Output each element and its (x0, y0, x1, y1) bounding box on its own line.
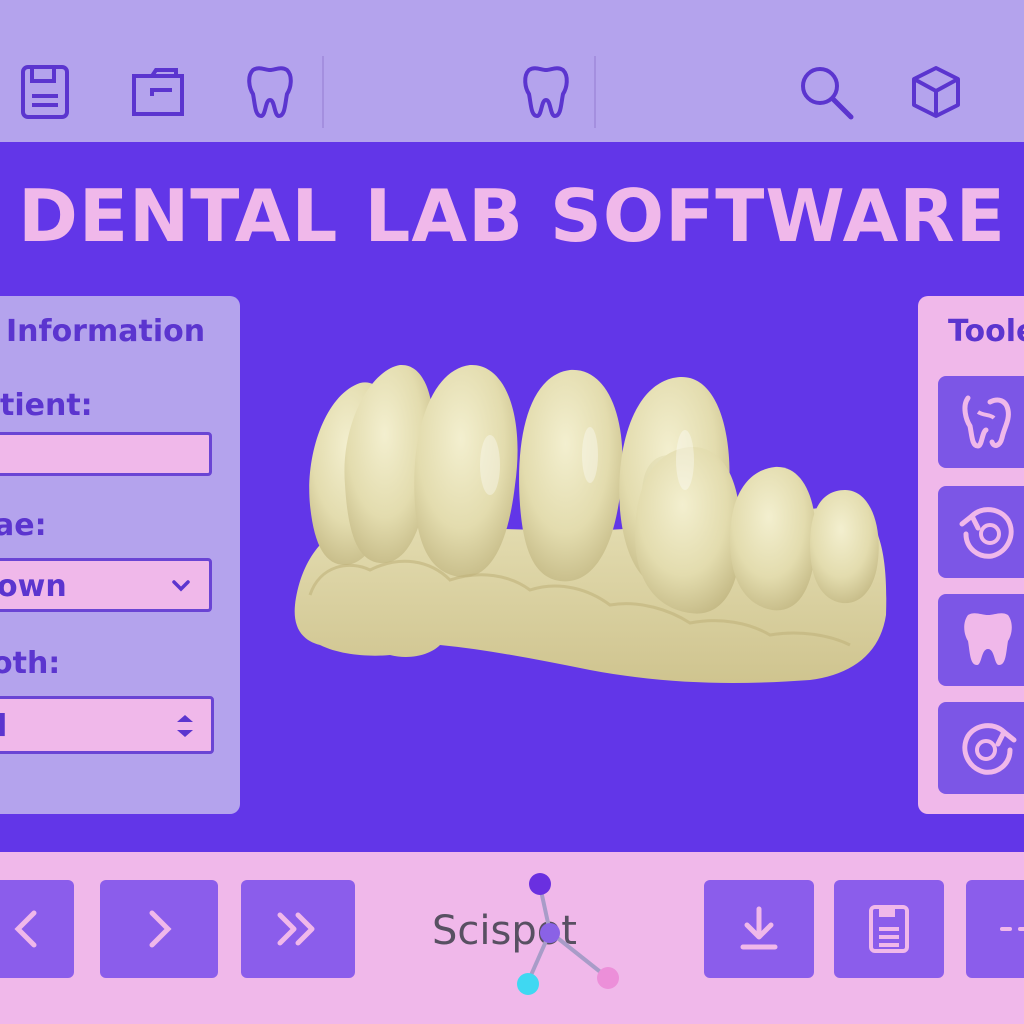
tools-heading: Toole (948, 314, 1024, 349)
tooth-root-tool-icon (962, 395, 1011, 449)
type-select[interactable]: own (0, 558, 212, 612)
type-select-value: own (0, 569, 67, 604)
tooth-tool-icon (964, 613, 1012, 665)
rotate-tool-icon (959, 507, 1014, 559)
stepper-arrows-icon[interactable] (173, 711, 197, 741)
toolbar-divider (594, 56, 596, 128)
more-icon (1000, 927, 1024, 931)
type-label: ae: (0, 508, 47, 543)
top-toolbar (0, 0, 1024, 142)
rotate-back-tool-icon (962, 723, 1017, 775)
save-file-icon (869, 905, 909, 953)
scispot-logo-icon (517, 873, 619, 995)
information-panel: Information tient: ae: own oth: l (0, 296, 240, 814)
next-icon (149, 910, 172, 948)
prev-icon (14, 910, 37, 948)
save-file-button[interactable] (834, 880, 944, 978)
chevron-down-icon (172, 580, 190, 592)
search-icon[interactable] (796, 62, 856, 122)
toolbar-divider (322, 56, 324, 128)
tooth-view-icon[interactable] (516, 62, 576, 122)
open-folder-icon[interactable] (128, 62, 188, 122)
rotate-back-tool-button[interactable] (938, 702, 1024, 794)
rotate-tool-button[interactable] (938, 486, 1024, 578)
more-button[interactable] (966, 880, 1024, 978)
previous-button[interactable] (0, 880, 74, 978)
page-title: DENTAL LAB SOFTWARE (18, 174, 1006, 258)
dental-arch-3d-model[interactable] (290, 355, 890, 695)
tooth-label: oth: (0, 646, 61, 681)
next-button[interactable] (100, 880, 218, 978)
save-icon[interactable] (16, 62, 76, 122)
fast-forward-button[interactable] (241, 880, 355, 978)
patient-label: tient: (0, 388, 93, 423)
tooth-root-tool-button[interactable] (938, 376, 1024, 468)
download-icon (740, 906, 778, 950)
3d-cube-icon[interactable] (906, 62, 966, 122)
download-button[interactable] (704, 880, 814, 978)
fast-forward-icon (277, 912, 315, 946)
tooth-number-value: l (0, 709, 8, 744)
patient-input[interactable] (0, 432, 212, 476)
tooth-tool-button[interactable] (938, 594, 1024, 686)
tooth-icon[interactable] (240, 62, 300, 122)
tooth-number-stepper[interactable]: l (0, 696, 214, 754)
information-heading: Information (6, 314, 206, 349)
